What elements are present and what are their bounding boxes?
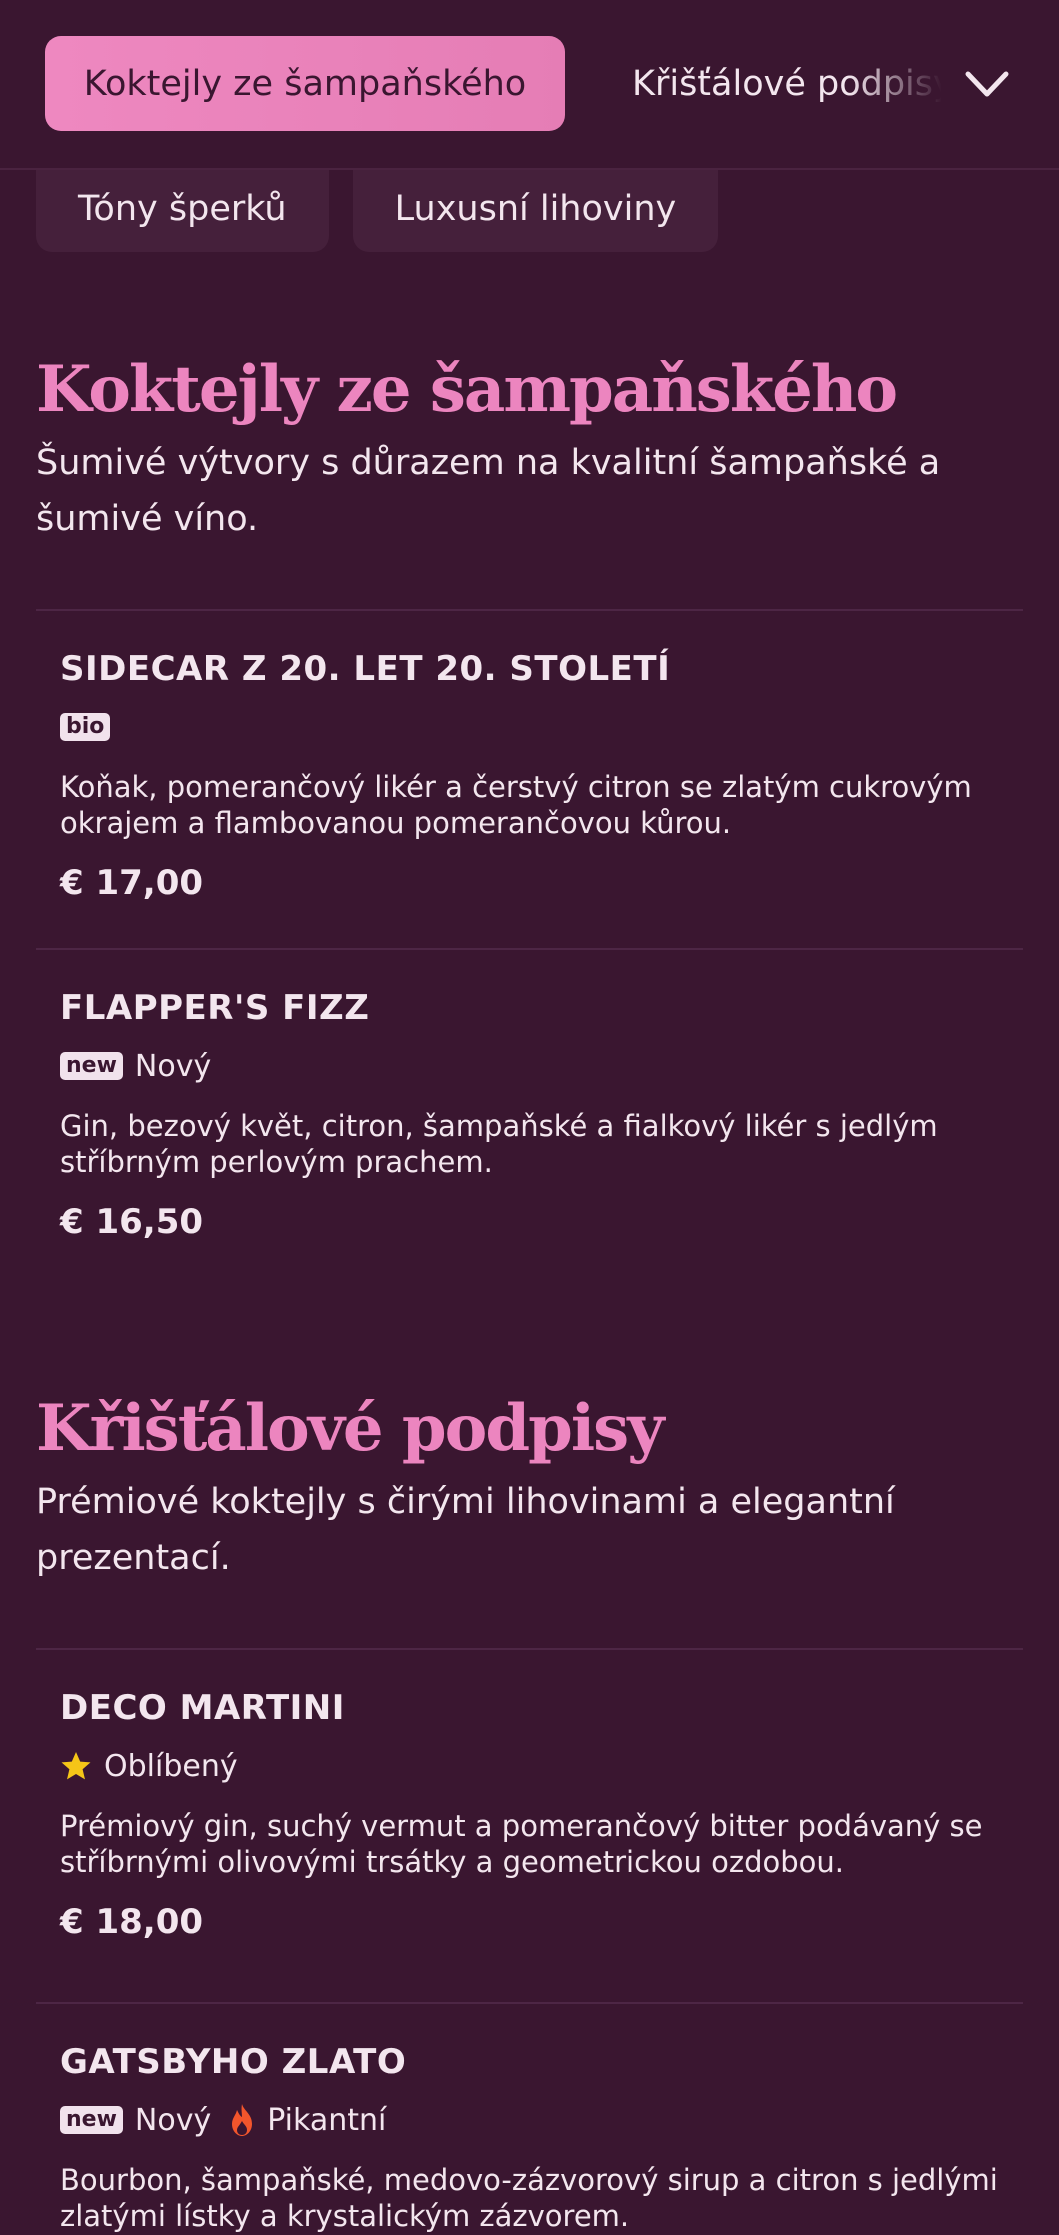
item-name: SIDECAR Z 20. LET 20. STOLETÍ [60,649,671,689]
item-description: Gin, bezový květ, citron, šampaňské a fi… [60,1109,938,1179]
section-crystal-signatures: Křišťálové podpisy Prémiové koktejly s č… [36,1391,1023,1586]
new-badge: new [60,1052,123,1080]
item-description: Bourbon, šampaňské, medovo-zázvorový sir… [60,2163,998,2233]
favorite-label: Oblíbený [104,1748,238,1784]
item-price: € 17,00 [60,863,204,903]
new-label: Nový [134,1048,212,1084]
item-description: Koňak, pomerančový likér a čerstvý citro… [60,770,972,840]
new-badge: new [60,2106,123,2134]
star-icon [61,1752,91,1780]
item-price: € 18,00 [60,1902,204,1942]
tab-crystal-signatures[interactable]: Křišťálové podpisy [632,36,942,131]
menu-item[interactable]: FLAPPER'S FIZZ new Nový Gin, bezový květ… [36,948,1023,1242]
section-champagne-cocktails: Koktejly ze šampaňského Šumivé výtvory s… [36,352,1023,547]
section-description: Šumivé výtvory s důrazem na kvalitní šam… [36,443,941,540]
spicy-label: Pikantní [267,2102,387,2138]
item-name: GATSBYHO ZLATO [60,2042,407,2082]
tab-champagne-cocktails[interactable]: Koktejly ze šampaňského [45,36,565,131]
category-nav: Koktejly ze šampaňského Křišťálové podpi… [0,0,1059,170]
item-tags: new Nový Pikantní [60,2100,999,2140]
category-chips: Tóny šperků Luxusní lihoviny [36,166,719,252]
bio-badge: bio [60,713,111,741]
item-name: DECO MARTINI [60,1688,345,1728]
item-description: Prémiový gin, suchý vermut a pomerančový… [60,1809,983,1879]
section-title: Koktejly ze šampaňského [36,352,898,427]
chevron-down-icon[interactable] [960,60,1014,108]
item-tags: new Nový [60,1046,999,1086]
fire-icon [232,2104,253,2136]
menu-item[interactable]: SIDECAR Z 20. LET 20. STOLETÍ bio Koňak,… [36,609,1023,903]
section-title: Křišťálové podpisy [36,1391,664,1466]
item-price: € 16,50 [60,1202,204,1242]
item-name: FLAPPER'S FIZZ [60,988,370,1028]
item-tags: bio [60,707,999,747]
item-tags: Oblíbený [60,1746,999,1786]
new-label: Nový [134,2102,212,2138]
chip-luxury-spirits[interactable]: Luxusní lihoviny [352,166,719,252]
menu-item[interactable]: GATSBYHO ZLATO new Nový Pikantní Bourbon… [36,2002,1023,2234]
section-description: Prémiové koktejly s čirými lihovinami a … [36,1482,895,1579]
menu-item[interactable]: DECO MARTINI Oblíbený Prémiový gin, such… [36,1648,1023,1942]
chip-jewel-tones[interactable]: Tóny šperků [36,166,329,252]
